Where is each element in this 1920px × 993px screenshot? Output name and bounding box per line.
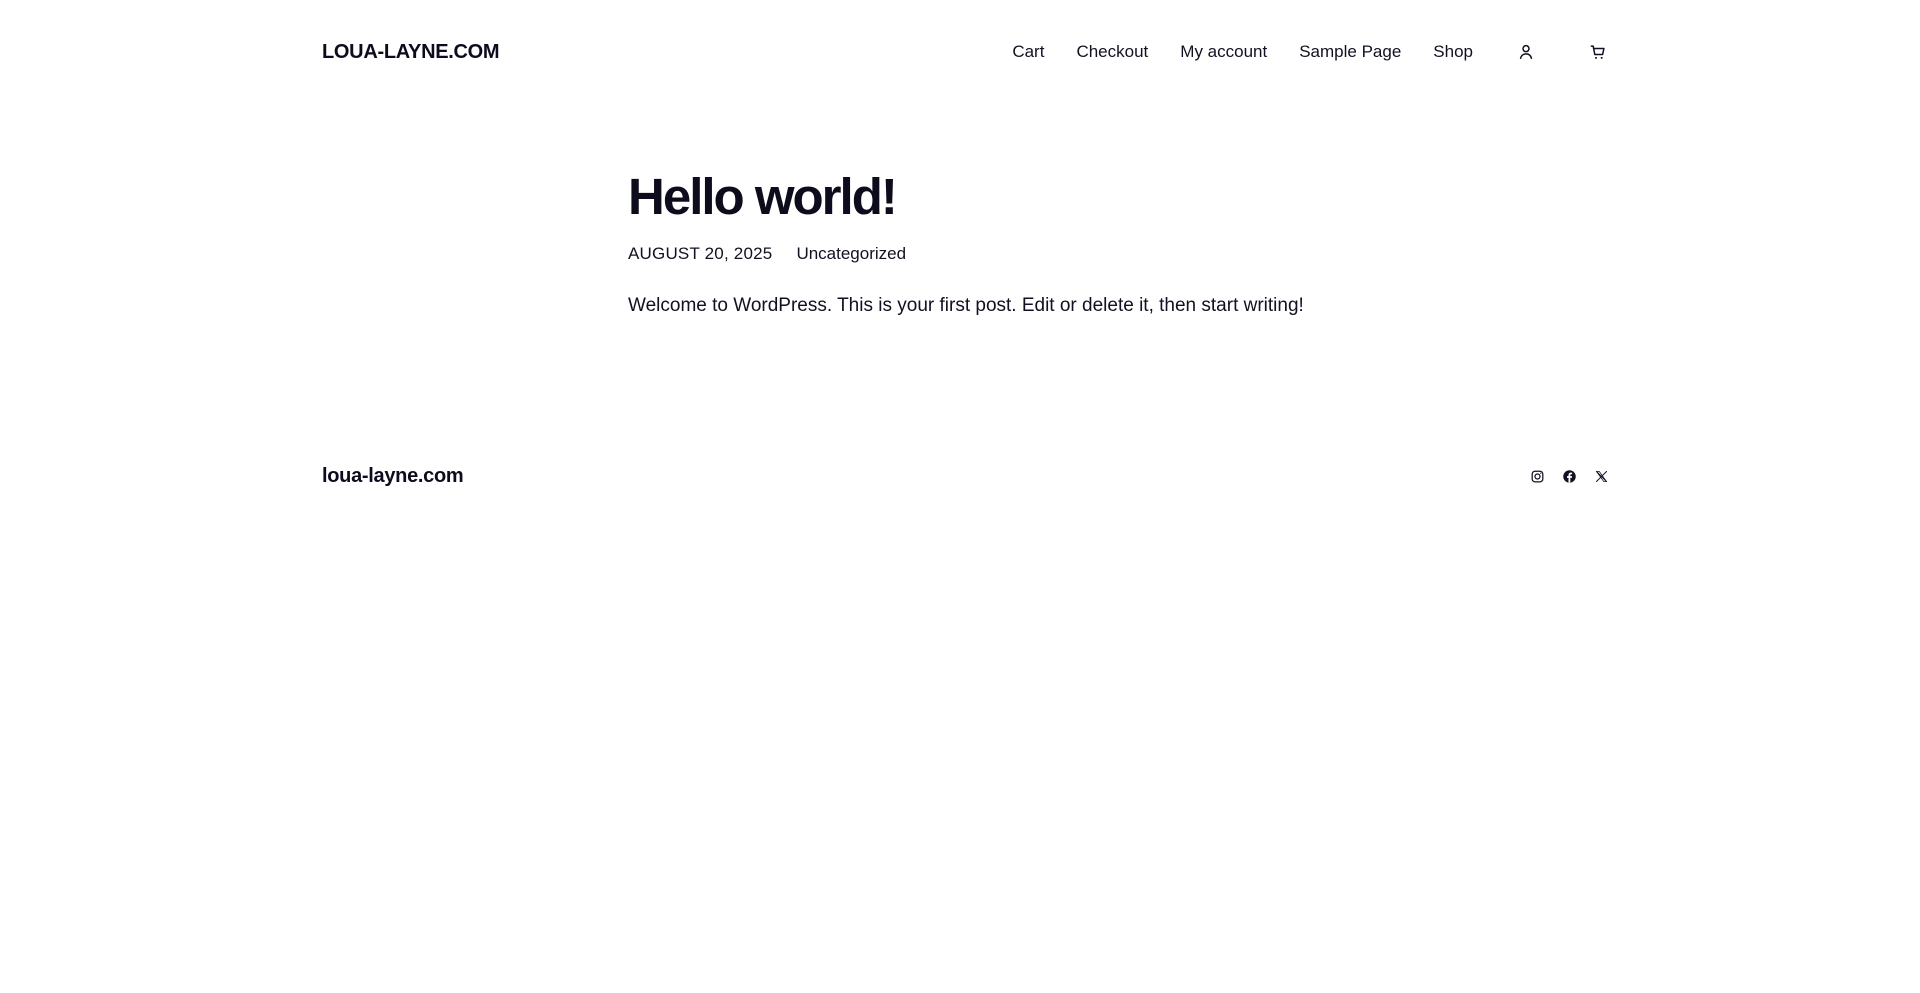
social-links bbox=[1528, 467, 1610, 485]
nav-link-shop[interactable]: Shop bbox=[1433, 42, 1473, 62]
facebook-icon[interactable] bbox=[1560, 467, 1578, 485]
user-icon[interactable] bbox=[1514, 40, 1538, 64]
nav-link-cart[interactable]: Cart bbox=[1012, 42, 1044, 62]
post-meta: AUGUST 20, 2025 Uncategorized bbox=[628, 244, 1328, 264]
nav-link-my-account[interactable]: My account bbox=[1180, 42, 1267, 62]
site-footer: loua-layne.com bbox=[322, 462, 1610, 490]
x-icon[interactable] bbox=[1592, 467, 1610, 485]
site-title-link[interactable]: LOUA-LAYNE.COM bbox=[322, 41, 500, 64]
nav-link-checkout[interactable]: Checkout bbox=[1076, 42, 1148, 62]
cart-icon[interactable] bbox=[1586, 40, 1610, 64]
footer-site-title-link[interactable]: loua-layne.com bbox=[322, 465, 464, 488]
post-category-link[interactable]: Uncategorized bbox=[796, 244, 906, 264]
nav-link-sample-page[interactable]: Sample Page bbox=[1299, 42, 1401, 62]
instagram-icon[interactable] bbox=[1528, 467, 1546, 485]
primary-navigation: Cart Checkout My account Sample Page Sho… bbox=[1012, 40, 1610, 64]
post: Hello world! AUGUST 20, 2025 Uncategoriz… bbox=[628, 164, 1328, 320]
post-content: Welcome to WordPress. This is your first… bbox=[628, 295, 1304, 316]
page: LOUA-LAYNE.COM Cart Checkout My account … bbox=[0, 0, 1920, 993]
post-date: AUGUST 20, 2025 bbox=[628, 244, 773, 263]
site-header: LOUA-LAYNE.COM Cart Checkout My account … bbox=[322, 34, 1610, 70]
post-title: Hello world! bbox=[628, 168, 898, 225]
